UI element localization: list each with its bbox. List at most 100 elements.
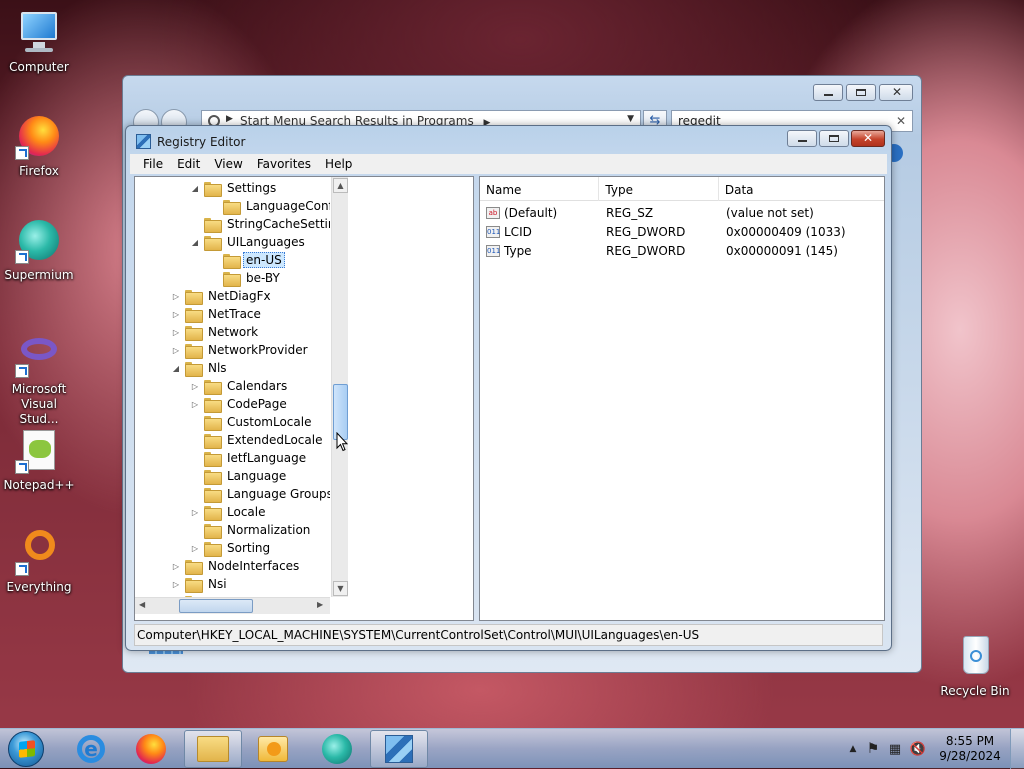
expand-arrow-icon[interactable]: ▷ xyxy=(190,382,200,391)
tree-item[interactable]: ▷ NodeInterfaces xyxy=(171,557,302,575)
expand-arrow-icon[interactable]: ▷ xyxy=(190,400,200,409)
taskbar: e ▲ ⚑ ▦ 🔇 8:55 PM 9/28/2024 xyxy=(0,728,1024,769)
desktop-icon-notepadpp[interactable]: Notepad++ xyxy=(0,426,78,493)
menu-edit[interactable]: Edit xyxy=(170,154,207,174)
expand-arrow-icon[interactable]: ▷ xyxy=(171,328,181,337)
tree-item-label: Sorting xyxy=(227,541,271,555)
tree-item[interactable]: ▷ NetworkProvider xyxy=(171,341,311,359)
show-desktop-button[interactable] xyxy=(1010,729,1024,769)
scroll-thumb[interactable] xyxy=(179,599,253,613)
desktop-icon-visual-studio[interactable]: Microsoft Visual Stud... xyxy=(0,330,78,427)
value-row[interactable]: ab (Default) REG_SZ (value not set) xyxy=(480,203,884,222)
tree-item-label: ExtendedLocale xyxy=(227,433,323,447)
expand-arrow-icon[interactable]: ▷ xyxy=(190,544,200,553)
explorer-caption-buttons: ✕ xyxy=(813,84,913,101)
tree-item[interactable]: ▷ Sorting xyxy=(190,539,273,557)
desktop-icon-everything[interactable]: Everything xyxy=(0,528,78,595)
close-button[interactable]: ✕ xyxy=(851,130,885,147)
tree-item[interactable]: en-US xyxy=(209,251,285,269)
tree-item[interactable]: ▷ NetDiagFx xyxy=(171,287,274,305)
maximize-button[interactable] xyxy=(819,130,849,147)
taskbar-firefox[interactable] xyxy=(122,730,180,768)
menu-view[interactable]: View xyxy=(207,154,249,174)
tree-item[interactable]: ▷ Network xyxy=(171,323,261,341)
menu-file[interactable]: File xyxy=(136,154,170,174)
expand-arrow-icon[interactable]: ▷ xyxy=(171,310,181,319)
desktop-icon-supermium[interactable]: Supermium xyxy=(0,216,78,283)
taskbar-file-explorer[interactable] xyxy=(184,730,242,768)
firefox-icon xyxy=(15,112,63,160)
tree-item[interactable]: Normalization xyxy=(190,521,313,539)
scroll-down-icon[interactable]: ▼ xyxy=(333,581,348,596)
maximize-button[interactable] xyxy=(846,84,876,101)
clock[interactable]: 8:55 PM 9/28/2024 xyxy=(930,734,1010,764)
tree-item[interactable]: ExtendedLocale xyxy=(190,431,325,449)
tree-item[interactable]: ◢ Nls xyxy=(171,359,230,377)
address-dropdown-icon[interactable]: ▼ xyxy=(627,114,634,124)
taskbar-internet-explorer[interactable]: e xyxy=(62,730,120,768)
desktop-icon-firefox[interactable]: Firefox xyxy=(0,112,78,179)
column-data[interactable]: Data xyxy=(719,177,884,201)
collapse-arrow-icon[interactable]: ◢ xyxy=(171,364,181,373)
expand-arrow-icon[interactable]: ▷ xyxy=(171,292,181,301)
tree-item-label: Locale xyxy=(227,505,266,519)
desktop-icon-recycle-bin[interactable]: Recycle Bin xyxy=(936,632,1014,699)
folder-icon xyxy=(185,289,203,305)
desktop-icon-computer[interactable]: Computer xyxy=(0,8,78,75)
tree-item[interactable]: be-BY xyxy=(209,269,283,287)
folder-icon xyxy=(185,577,203,593)
tree-item[interactable]: LanguageConfi xyxy=(209,197,330,215)
tree-item[interactable]: ◢ UILanguages xyxy=(190,233,308,251)
value-data: 0x00000409 (1033) xyxy=(726,224,846,239)
volume-muted-icon[interactable]: 🔇 xyxy=(906,742,930,757)
scroll-up-icon[interactable]: ▲ xyxy=(333,178,348,193)
value-row[interactable]: 011 LCID REG_DWORD 0x00000409 (1033) xyxy=(480,222,884,241)
expand-arrow-icon[interactable]: ▷ xyxy=(190,508,200,517)
tree-item[interactable]: ▷ CodePage xyxy=(190,395,290,413)
tree-item[interactable]: ▷ NetTrace xyxy=(171,305,264,323)
tree-item[interactable]: IetfLanguage xyxy=(190,449,309,467)
tree-item-label: CodePage xyxy=(227,397,287,411)
tree-item[interactable]: Language xyxy=(190,467,289,485)
action-center-flag-icon[interactable]: ⚑ xyxy=(862,741,884,757)
menu-help[interactable]: Help xyxy=(318,154,359,174)
system-tray: ▲ ⚑ ▦ 🔇 8:55 PM 9/28/2024 xyxy=(844,729,1024,769)
tree-item[interactable]: ▷ Nsi xyxy=(171,575,230,593)
column-name[interactable]: Name xyxy=(480,177,600,201)
expand-arrow-icon[interactable]: ▷ xyxy=(171,562,181,571)
tree-item[interactable]: ▷ Locale xyxy=(190,503,268,521)
tree-item[interactable]: ◢ Settings xyxy=(190,179,279,197)
close-button[interactable]: ✕ xyxy=(879,84,913,101)
tree-item[interactable]: StringCacheSetting xyxy=(190,215,330,233)
collapse-arrow-icon[interactable]: ◢ xyxy=(190,238,200,247)
clock-date: 9/28/2024 xyxy=(939,749,1001,763)
title-bar[interactable]: Registry Editor xyxy=(136,134,245,149)
taskbar-media-player[interactable] xyxy=(244,730,302,768)
clear-search-icon[interactable]: ✕ xyxy=(896,114,906,128)
scroll-left-icon[interactable]: ◀ xyxy=(139,600,145,609)
minimize-button[interactable] xyxy=(813,84,843,101)
tree-item[interactable]: CustomLocale xyxy=(190,413,314,431)
notepadpp-icon xyxy=(15,426,63,474)
start-button[interactable] xyxy=(8,731,44,767)
column-type[interactable]: Type xyxy=(599,177,719,201)
value-row[interactable]: 011 Type REG_DWORD 0x00000091 (145) xyxy=(480,241,884,260)
tree-horizontal-scrollbar[interactable]: ◀ ▶ xyxy=(135,597,330,614)
show-hidden-icons-icon[interactable]: ▲ xyxy=(844,744,862,754)
minimize-button[interactable] xyxy=(787,130,817,147)
scroll-right-icon[interactable]: ▶ xyxy=(317,600,323,609)
tree-item[interactable]: ▷ Calendars xyxy=(190,377,290,395)
taskbar-supermium[interactable] xyxy=(308,730,366,768)
taskbar-registry-editor[interactable] xyxy=(370,730,428,768)
media-player-icon xyxy=(258,736,288,762)
network-icon[interactable]: ▦ xyxy=(884,742,906,757)
tree-vertical-scrollbar[interactable]: ▲ ▼ xyxy=(331,177,348,597)
expand-arrow-icon[interactable]: ▷ xyxy=(171,346,181,355)
tree-item[interactable]: Language Groups xyxy=(190,485,330,503)
tree-item-label: Network xyxy=(208,325,259,339)
maximize-icon xyxy=(829,135,839,142)
menu-favorites[interactable]: Favorites xyxy=(250,154,318,174)
collapse-arrow-icon[interactable]: ◢ xyxy=(190,184,200,193)
tree-item-label: NetTrace xyxy=(208,307,261,321)
expand-arrow-icon[interactable]: ▷ xyxy=(171,580,181,589)
